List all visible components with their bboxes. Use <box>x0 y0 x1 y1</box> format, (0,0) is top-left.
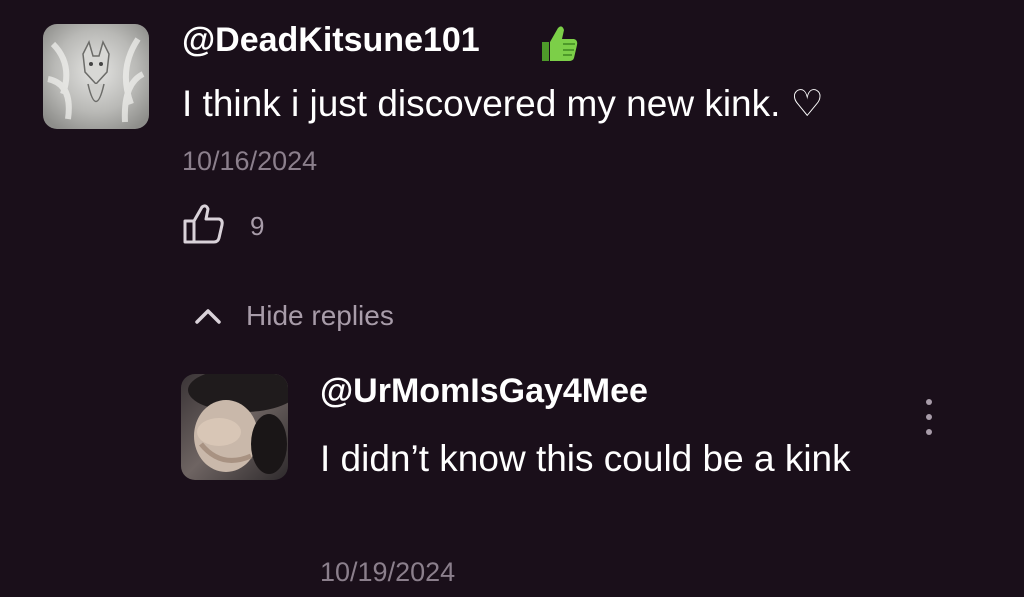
like-button[interactable] <box>182 203 226 245</box>
avatar[interactable] <box>43 24 149 129</box>
reply-text: I didn’t know this could be a kink <box>320 438 851 479</box>
chevron-up-icon <box>195 309 221 324</box>
like-count: 9 <box>250 211 265 241</box>
comment-text: I think i just discovered my new kink. ♡ <box>182 83 824 124</box>
comment-thread: @DeadKitsune101 I think i just discovere… <box>0 0 1024 597</box>
thumbs-up-icon <box>542 26 578 61</box>
reply-avatar[interactable] <box>181 374 288 480</box>
hide-replies-button[interactable]: Hide replies <box>192 296 394 336</box>
reply-author[interactable]: @UrMomIsGay4Mee <box>320 371 648 411</box>
comment-author[interactable]: @DeadKitsune101 <box>182 20 480 60</box>
hide-replies-label: Hide replies <box>246 300 394 331</box>
comment-date: 10/16/2024 <box>182 146 318 176</box>
reply-date: 10/19/2024 <box>320 557 456 587</box>
